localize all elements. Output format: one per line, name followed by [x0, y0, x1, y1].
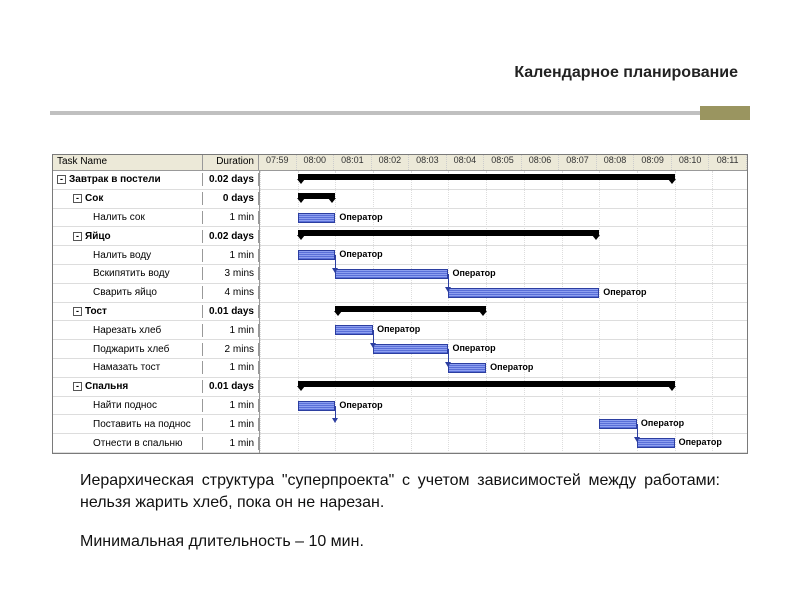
assignee-label: Оператор	[377, 324, 420, 334]
collapse-icon[interactable]: -	[73, 307, 82, 316]
time-tick: 08:05	[484, 155, 522, 170]
task-name: Намазать тост	[93, 362, 160, 373]
task-name: Спальня	[85, 381, 128, 392]
time-tick: 07:59	[259, 155, 297, 170]
duration-cell: 1 min	[203, 399, 259, 412]
caption-1: Иерархическая структура "суперпроекта" с…	[80, 470, 720, 513]
duration-cell: 2 mins	[203, 343, 259, 356]
time-tick: 08:06	[522, 155, 560, 170]
task-name: Найти поднос	[93, 400, 157, 411]
time-tick: 08:08	[597, 155, 635, 170]
summary-bar[interactable]	[298, 230, 600, 236]
collapse-icon[interactable]: -	[73, 194, 82, 203]
assignee-label: Оператор	[603, 287, 646, 297]
time-tick: 08:02	[372, 155, 410, 170]
task-bar[interactable]	[335, 325, 373, 335]
header-duration[interactable]: Duration	[203, 155, 259, 170]
task-name: Поджарить хлеб	[93, 344, 169, 355]
duration-cell: 3 mins	[203, 267, 259, 280]
task-bar[interactable]	[298, 213, 336, 223]
task-bar[interactable]	[335, 269, 448, 279]
duration-cell: 0.01 days	[203, 305, 259, 318]
duration-cell: 1 min	[203, 249, 259, 262]
summary-bar[interactable]	[335, 306, 486, 312]
time-tick: 08:10	[672, 155, 710, 170]
duration-cell: 4 mins	[203, 286, 259, 299]
time-tick: 08:09	[634, 155, 672, 170]
chart-area[interactable]: Оператор Оператор Оператор Оператор Оператор…	[259, 171, 747, 453]
duration-cell: 0 days	[203, 192, 259, 205]
time-tick: 08:11	[709, 155, 747, 170]
task-name: Налить сок	[93, 212, 145, 223]
assignee-label: Оператор	[339, 400, 382, 410]
task-name: Нарезать хлеб	[93, 325, 161, 336]
assignee-label: Оператор	[452, 343, 495, 353]
gantt-chart: Task Name Duration 07:5908:0008:0108:020…	[52, 154, 748, 454]
time-tick: 08:04	[447, 155, 485, 170]
assignee-label: Оператор	[641, 418, 684, 428]
divider	[50, 106, 750, 120]
collapse-icon[interactable]: -	[73, 382, 82, 391]
slide-title: Календарное планирование	[514, 64, 738, 82]
time-tick: 08:01	[334, 155, 372, 170]
task-name: Сок	[85, 193, 103, 204]
assignee-label: Оператор	[339, 249, 382, 259]
summary-bar[interactable]	[298, 193, 336, 199]
duration-cell: 0.02 days	[203, 173, 259, 186]
task-name: Отнести в спальню	[93, 438, 183, 449]
task-name: Тост	[85, 306, 107, 317]
time-tick: 08:00	[297, 155, 335, 170]
time-tick: 08:03	[409, 155, 447, 170]
task-name: Яйцо	[85, 231, 111, 242]
task-bar[interactable]	[599, 419, 637, 429]
caption-2: Минимальная длительность – 10 мин.	[80, 531, 720, 553]
assignee-label: Оператор	[452, 268, 495, 278]
task-name: Налить воду	[93, 250, 151, 261]
task-bar[interactable]	[448, 363, 486, 373]
duration-cell: 1 min	[203, 361, 259, 374]
assignee-label: Оператор	[490, 362, 533, 372]
assignee-label: Оператор	[679, 437, 722, 447]
collapse-icon[interactable]: -	[57, 175, 66, 184]
duration-cell: 0.02 days	[203, 230, 259, 243]
collapse-icon[interactable]: -	[73, 232, 82, 241]
caption: Иерархическая структура "суперпроекта" с…	[80, 470, 720, 571]
timeline-header: 07:5908:0008:0108:0208:0308:0408:0508:06…	[259, 155, 747, 170]
assignee-label: Оператор	[339, 212, 382, 222]
header-task-name[interactable]: Task Name	[53, 155, 203, 170]
task-bar[interactable]	[448, 288, 599, 298]
task-name: Вскипятить воду	[93, 268, 170, 279]
task-name: Завтрак в постели	[69, 174, 161, 185]
task-bar[interactable]	[298, 250, 336, 260]
gantt-header: Task Name Duration 07:5908:0008:0108:020…	[53, 155, 747, 171]
task-bar[interactable]	[637, 438, 675, 448]
task-bar[interactable]	[373, 344, 448, 354]
task-name: Сварить яйцо	[93, 287, 157, 298]
duration-cell: 1 min	[203, 418, 259, 431]
time-tick: 08:07	[559, 155, 597, 170]
summary-bar[interactable]	[298, 174, 675, 180]
duration-cell: 0.01 days	[203, 380, 259, 393]
duration-cell: 1 min	[203, 437, 259, 450]
duration-cell: 1 min	[203, 211, 259, 224]
duration-cell: 1 min	[203, 324, 259, 337]
task-name: Поставить на поднос	[93, 419, 191, 430]
summary-bar[interactable]	[298, 381, 675, 387]
task-bar[interactable]	[298, 401, 336, 411]
